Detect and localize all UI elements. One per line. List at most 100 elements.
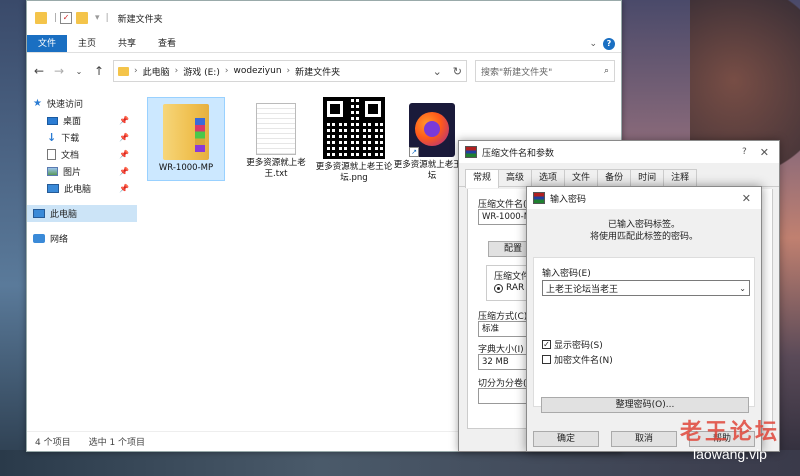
download-icon: ↓ <box>47 131 57 144</box>
up-icon[interactable]: ↑ <box>93 64 105 78</box>
nav-quick-access[interactable]: ★ 快速访问 <box>27 95 137 112</box>
nav-this-pc[interactable]: 此电脑 <box>27 205 137 222</box>
organize-passwords-button[interactable]: 整理密码(O)... <box>541 397 749 413</box>
properties-icon[interactable]: ✓ <box>60 12 73 24</box>
recent-locations-icon[interactable]: ⌄ <box>73 67 85 76</box>
window-title: 新建文件夹 <box>117 14 163 25</box>
file-name: WR-1000-MP <box>158 163 214 173</box>
tab-share[interactable]: 共享 <box>107 35 147 52</box>
pictures-icon <box>47 167 58 176</box>
dialog-titlebar: 压缩文件名和参数 ? ✕ <box>459 141 779 163</box>
nav-this-pc-pinned[interactable]: 此电脑 📌 <box>27 180 137 197</box>
refresh-icon[interactable]: ↻ <box>453 65 462 78</box>
qa-separator: | <box>54 13 58 23</box>
back-icon[interactable]: ← <box>33 64 45 78</box>
tab-backup[interactable]: 备份 <box>597 169 632 186</box>
nav-gap <box>27 197 137 205</box>
address-dropdown-icon[interactable]: ⌄ <box>433 65 442 78</box>
winrar-icon <box>465 146 477 158</box>
password-combobox[interactable]: 上老王论坛当老王 ⌄ <box>542 280 750 296</box>
nav-pictures[interactable]: 图片 📌 <box>27 163 137 180</box>
watermark-cn: 老王论坛 <box>680 420 781 445</box>
qa-dropdown-icon[interactable]: ▾ <box>95 13 100 23</box>
search-input[interactable]: 搜索"新建文件夹" ⌕ <box>475 60 615 82</box>
breadcrumb-drive[interactable]: 游戏 (E:) <box>183 65 220 78</box>
text-file-icon <box>256 103 296 155</box>
file-item-txt[interactable]: 更多资源就上老王.txt <box>237 97 315 180</box>
computer-icon <box>33 209 45 218</box>
file-item-png[interactable]: 更多资源就上老王论坛.png <box>315 97 393 184</box>
ok-button[interactable]: 确定 <box>533 431 599 447</box>
chevron-right-icon[interactable]: › <box>287 66 291 76</box>
document-icon <box>47 149 56 160</box>
nav-this-pc-label: 此电脑 <box>50 210 78 220</box>
encrypt-filenames-checkbox[interactable]: 加密文件名(N) <box>542 353 613 366</box>
breadcrumb-this-pc[interactable]: 此电脑 <box>143 65 170 78</box>
enter-password-dialog: 输入密码 ✕ 已输入密码标签。 将使用匹配此标签的密码。 输入密码(E) 上老王… <box>526 186 762 452</box>
close-icon[interactable]: ✕ <box>760 146 779 159</box>
nav-downloads-label: 下载 <box>61 134 80 144</box>
pin-icon[interactable]: 📌 <box>119 167 129 176</box>
dialog-titlebar: 输入密码 ✕ <box>527 187 761 209</box>
item-count: 4 个项目 <box>35 438 71 448</box>
navigation-pane: ★ 快速访问 桌面 📌 ↓ 下载 📌 文档 📌 图片 📌 此电脑 📌 此电脑 网… <box>27 89 137 417</box>
tab-file[interactable]: 文件 <box>27 35 68 52</box>
chevron-down-icon[interactable]: ⌄ <box>739 284 746 293</box>
tab-home[interactable]: 主页 <box>67 35 107 52</box>
help-icon[interactable]: ? <box>603 37 615 50</box>
firefox-icon: ↗ <box>409 103 455 157</box>
tab-options[interactable]: 选项 <box>531 169 566 186</box>
watermark-en: laowang.vip <box>693 446 767 462</box>
close-icon[interactable]: ✕ <box>742 192 761 205</box>
file-name: 更多资源就上老王论坛.png <box>315 162 393 183</box>
nav-desktop[interactable]: 桌面 📌 <box>27 112 137 129</box>
nav-network[interactable]: 网络 <box>27 230 137 247</box>
chevron-right-icon[interactable]: › <box>175 66 179 76</box>
tab-time[interactable]: 时间 <box>630 169 665 186</box>
file-item-folder[interactable]: WR-1000-MP <box>147 97 225 181</box>
new-folder-icon[interactable] <box>76 12 89 24</box>
message-line-2: 将使用匹配此标签的密码。 <box>589 232 698 242</box>
help-question-icon[interactable]: ? <box>742 147 755 157</box>
folder-icon <box>35 12 47 24</box>
chevron-right-icon[interactable]: › <box>225 66 229 76</box>
explorer-titlebar: | ✓ ▾ | 新建文件夹 <box>27 1 621 35</box>
navigation-bar: ← → ⌄ ↑ › 此电脑 › 游戏 (E:) › wodeziyun › 新建… <box>27 53 621 89</box>
pin-icon[interactable]: 📌 <box>119 133 129 142</box>
pin-icon[interactable]: 📌 <box>119 116 129 125</box>
nav-downloads[interactable]: ↓ 下载 📌 <box>27 129 137 146</box>
show-password-checkbox[interactable]: ✓ 显示密码(S) <box>542 338 603 351</box>
tab-general[interactable]: 常规 <box>465 169 500 188</box>
network-icon <box>33 234 45 243</box>
pin-icon[interactable]: 📌 <box>119 184 129 193</box>
address-bar[interactable]: › 此电脑 › 游戏 (E:) › wodeziyun › 新建文件夹 ⌄ ↻ <box>113 60 467 82</box>
folder-icon <box>163 104 209 160</box>
encrypt-filenames-label: 加密文件名(N) <box>554 356 613 366</box>
checkbox-checked-icon: ✓ <box>542 340 551 349</box>
desktop-icon <box>47 116 58 125</box>
star-icon: ★ <box>33 98 42 109</box>
breadcrumb-current[interactable]: 新建文件夹 <box>295 65 340 78</box>
tab-advanced[interactable]: 高级 <box>498 169 533 186</box>
radio-selected-icon <box>494 283 503 293</box>
tab-comment[interactable]: 注释 <box>663 169 698 186</box>
nav-documents[interactable]: 文档 📌 <box>27 146 137 163</box>
tab-files[interactable]: 文件 <box>564 169 599 186</box>
password-group: 输入密码(E) 上老王论坛当老王 ⌄ ✓ 显示密码(S) 加密文件名(N) <box>533 257 755 407</box>
nav-pictures-label: 图片 <box>63 168 82 178</box>
forward-icon[interactable]: → <box>53 64 65 78</box>
message-line-1: 已输入密码标签。 <box>607 220 680 230</box>
nav-quick-access-label: 快速访问 <box>46 100 83 110</box>
ribbon-right: ⌄ ? <box>589 35 621 52</box>
format-rar-label: RAR <box>506 283 525 293</box>
dialog-title: 输入密码 <box>550 194 587 205</box>
cancel-button[interactable]: 取消 <box>611 431 677 447</box>
expand-ribbon-icon[interactable]: ⌄ <box>589 39 597 49</box>
tab-view[interactable]: 查看 <box>147 35 187 52</box>
search-icon: ⌕ <box>603 66 609 76</box>
show-password-label: 显示密码(S) <box>554 341 603 351</box>
pin-icon[interactable]: 📌 <box>119 150 129 159</box>
watermark: 老王论坛 laowang.vip <box>680 414 780 462</box>
chevron-right-icon[interactable]: › <box>134 66 138 76</box>
breadcrumb-wodeziyun[interactable]: wodeziyun <box>233 66 281 76</box>
